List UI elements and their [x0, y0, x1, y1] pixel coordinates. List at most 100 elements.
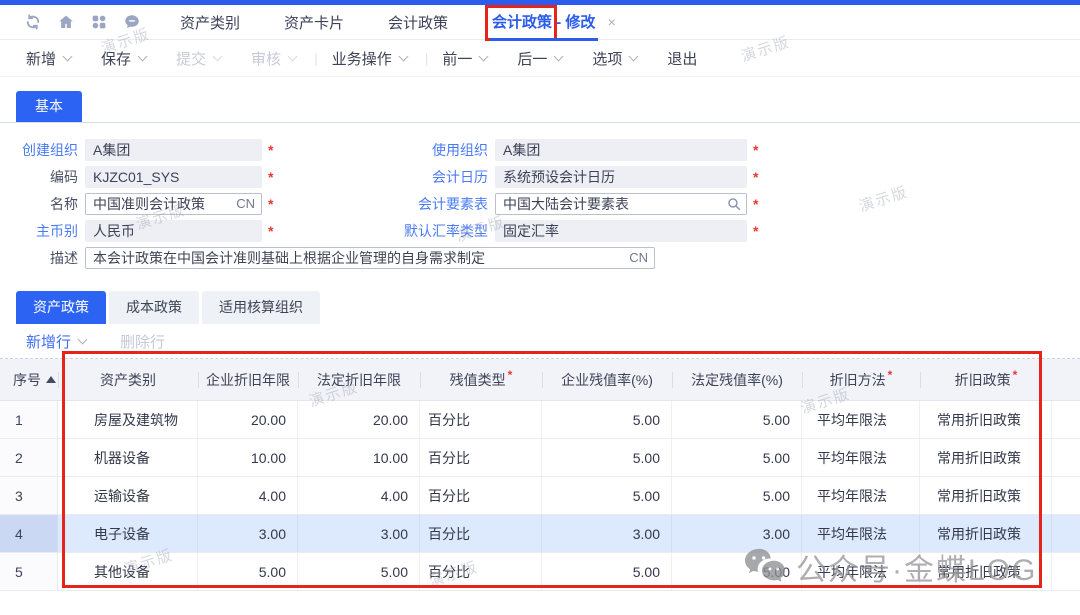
grid-toolbar: 新增行 删除行: [0, 324, 1080, 359]
depr-policy-cell[interactable]: 常用折旧政策: [920, 401, 1052, 438]
corp-residual-rate-cell[interactable]: 5.00: [542, 553, 672, 590]
new-button[interactable]: 新增: [26, 48, 71, 69]
tab-asset-category[interactable]: 资产类别: [180, 12, 240, 33]
residual-type-cell[interactable]: 百分比: [420, 439, 542, 476]
column-header-residual-type[interactable]: 残值类型*: [420, 359, 542, 400]
tab-cost-policy[interactable]: 成本政策: [109, 291, 199, 324]
residual-type-cell[interactable]: 百分比: [420, 553, 542, 590]
chevron-down-icon: [629, 52, 639, 62]
column-header-legal-residual-rate[interactable]: 法定残值率(%): [672, 359, 802, 400]
next-button[interactable]: 后一: [517, 48, 562, 69]
workspace-tabs: 资产类别 资产卡片 会计政策 会计政策 - 修改 ×: [180, 11, 660, 34]
depr-policy-cell[interactable]: 常用折旧政策: [920, 553, 1052, 590]
legal-depr-years-cell[interactable]: 3.00: [298, 515, 420, 552]
add-row-button[interactable]: 新增行: [26, 331, 86, 352]
depr-method-cell[interactable]: 平均年限法: [802, 439, 920, 476]
row-seq-cell[interactable]: 5: [0, 553, 58, 590]
tab-accounting-policy[interactable]: 会计政策: [388, 12, 448, 33]
asset-category-cell[interactable]: 电子设备: [58, 515, 198, 552]
form-row: 使用组织 A集团 *: [360, 139, 758, 161]
asset-category-cell[interactable]: 其他设备: [58, 553, 198, 590]
corp-depr-years-cell[interactable]: 3.00: [198, 515, 298, 552]
column-header-depr-policy[interactable]: 折旧政策*: [920, 359, 1052, 400]
residual-type-cell[interactable]: 百分比: [420, 401, 542, 438]
sync-icon[interactable]: [24, 13, 42, 31]
column-header-corp-residual-rate[interactable]: 企业残值率(%): [542, 359, 672, 400]
corp-depr-years-cell[interactable]: 4.00: [198, 477, 298, 514]
tab-accounting-policy-modify[interactable]: 会计政策 - 修改 ×: [492, 11, 616, 34]
asset-category-cell[interactable]: 运输设备: [58, 477, 198, 514]
exit-button[interactable]: 退出: [667, 48, 697, 69]
column-header-depr-method[interactable]: 折旧方法*: [802, 359, 920, 400]
column-header-seq[interactable]: 序号: [0, 359, 58, 400]
row-seq-cell[interactable]: 2: [0, 439, 58, 476]
element-table-input[interactable]: [495, 193, 747, 215]
tab-applicable-orgs[interactable]: 适用核算组织: [202, 291, 320, 324]
legal-depr-years-cell[interactable]: 10.00: [298, 439, 420, 476]
accounting-calendar-label[interactable]: 会计日历: [360, 167, 488, 187]
previous-button[interactable]: 前一: [442, 48, 487, 69]
corp-residual-rate-cell[interactable]: 3.00: [542, 515, 672, 552]
close-tab-icon[interactable]: ×: [608, 14, 616, 30]
home-icon[interactable]: [57, 13, 75, 31]
search-icon[interactable]: [727, 197, 741, 211]
row-seq-cell[interactable]: 4: [0, 515, 58, 552]
chat-icon[interactable]: [123, 13, 141, 31]
table-row[interactable]: 2 机器设备 10.00 10.00 百分比 5.00 5.00 平均年限法 常…: [0, 439, 1080, 477]
legal-depr-years-cell[interactable]: 20.00: [298, 401, 420, 438]
action-toolbar: 新增 保存 提交 审核 | 业务操作 | 前一 后一 选项 退出: [0, 40, 1080, 77]
corp-depr-years-cell[interactable]: 10.00: [198, 439, 298, 476]
table-row[interactable]: 1 房屋及建筑物 20.00 20.00 百分比 5.00 5.00 平均年限法…: [0, 401, 1080, 439]
depr-method-cell[interactable]: 平均年限法: [802, 553, 920, 590]
tab-basic[interactable]: 基本: [16, 91, 82, 122]
legal-residual-rate-cell[interactable]: 5.00: [672, 477, 802, 514]
depr-method-cell[interactable]: 平均年限法: [802, 515, 920, 552]
tab-asset-card[interactable]: 资产卡片: [284, 12, 344, 33]
table-row[interactable]: 3 运输设备 4.00 4.00 百分比 5.00 5.00 平均年限法 常用折…: [0, 477, 1080, 515]
name-label: 名称: [0, 194, 78, 214]
legal-residual-rate-cell[interactable]: 5.00: [672, 439, 802, 476]
legal-residual-rate-cell[interactable]: 3.00: [672, 515, 802, 552]
row-seq-cell[interactable]: 3: [0, 477, 58, 514]
required-asterisk: *: [268, 196, 273, 212]
chevron-down-icon: [479, 52, 489, 62]
apps-icon[interactable]: [90, 13, 108, 31]
row-seq-cell[interactable]: 1: [0, 401, 58, 438]
corp-residual-rate-cell[interactable]: 5.00: [542, 401, 672, 438]
legal-depr-years-cell[interactable]: 5.00: [298, 553, 420, 590]
depr-policy-cell[interactable]: 常用折旧政策: [920, 477, 1052, 514]
default-rate-type-label[interactable]: 默认汇率类型: [360, 221, 488, 241]
options-button[interactable]: 选项: [592, 48, 637, 69]
name-input[interactable]: [85, 193, 262, 215]
tab-asset-policy[interactable]: 资产政策: [16, 291, 106, 324]
form-row: 会计日历 系统预设会计日历 *: [360, 166, 758, 188]
depr-policy-cell[interactable]: 常用折旧政策: [920, 515, 1052, 552]
corp-depr-years-cell[interactable]: 20.00: [198, 401, 298, 438]
legal-residual-rate-cell[interactable]: 5.00: [672, 401, 802, 438]
element-table-label[interactable]: 会计要素表: [360, 194, 488, 214]
corp-residual-rate-cell[interactable]: 5.00: [542, 439, 672, 476]
column-header-legal-depr-years[interactable]: 法定折旧年限: [298, 359, 420, 400]
legal-residual-rate-cell[interactable]: 5.00: [672, 553, 802, 590]
residual-type-cell[interactable]: 百分比: [420, 477, 542, 514]
depr-method-cell[interactable]: 平均年限法: [802, 477, 920, 514]
column-header-asset-category[interactable]: 资产类别: [58, 359, 198, 400]
asset-category-cell[interactable]: 机器设备: [58, 439, 198, 476]
corp-residual-rate-cell[interactable]: 5.00: [542, 477, 672, 514]
residual-type-cell[interactable]: 百分比: [420, 515, 542, 552]
legal-depr-years-cell[interactable]: 4.00: [298, 477, 420, 514]
create-org-label[interactable]: 创建组织: [0, 140, 78, 160]
table-row[interactable]: 4 电子设备 3.00 3.00 百分比 3.00 3.00 平均年限法 常用折…: [0, 515, 1080, 553]
depr-method-cell[interactable]: 平均年限法: [802, 401, 920, 438]
required-asterisk: *: [753, 196, 758, 212]
column-header-corp-depr-years[interactable]: 企业折旧年限: [198, 359, 298, 400]
use-org-label[interactable]: 使用组织: [360, 140, 488, 160]
base-currency-label[interactable]: 主币别: [0, 221, 78, 241]
depr-policy-cell[interactable]: 常用折旧政策: [920, 439, 1052, 476]
asset-category-cell[interactable]: 房屋及建筑物: [58, 401, 198, 438]
table-row[interactable]: 5 其他设备 5.00 5.00 百分比 5.00 5.00 平均年限法 常用折…: [0, 553, 1080, 591]
description-input[interactable]: [85, 247, 655, 269]
business-operation-button[interactable]: 业务操作: [332, 48, 407, 69]
save-button[interactable]: 保存: [101, 48, 146, 69]
corp-depr-years-cell[interactable]: 5.00: [198, 553, 298, 590]
